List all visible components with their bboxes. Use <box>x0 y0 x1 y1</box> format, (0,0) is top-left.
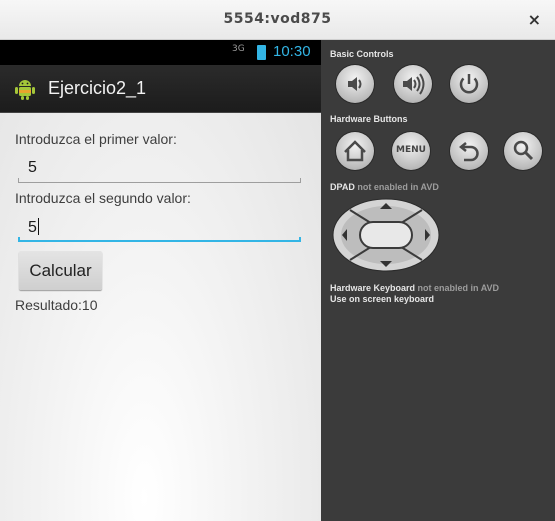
home-button[interactable] <box>336 132 374 170</box>
first-value-label: Introduzca el primer valor: <box>15 131 177 147</box>
dpad-note: not enabled in AVD <box>357 182 439 192</box>
field-underline-focused <box>18 237 301 242</box>
hardware-keyboard-heading: Hardware Keyboard not enabled in AVD <box>330 283 499 293</box>
back-icon <box>458 142 479 162</box>
hardware-buttons-heading: Hardware Buttons <box>330 114 408 124</box>
menu-button[interactable]: MENU <box>392 132 430 170</box>
power-icon <box>459 74 479 94</box>
keyboard-hint: Use on screen keyboard <box>330 294 435 304</box>
back-button[interactable] <box>450 132 488 170</box>
keyboard-note: not enabled in AVD <box>417 283 500 293</box>
basic-controls-heading: Basic Controls <box>330 49 394 59</box>
emulator-controls-panel: Basic Controls Hardware Buttons MENU DPA… <box>321 40 555 521</box>
result-text: Resultado:10 <box>15 297 98 313</box>
app-title: Ejercicio2_1 <box>48 78 147 98</box>
volume-down-button[interactable] <box>336 65 374 103</box>
window-title: 5554:vod875 <box>223 11 332 27</box>
dpad-control[interactable] <box>331 197 441 273</box>
android-robot-icon <box>15 80 35 100</box>
close-icon[interactable]: × <box>528 10 541 29</box>
second-value-label: Introduzca el segundo valor: <box>15 190 191 206</box>
signal-icon: 3G <box>232 44 245 54</box>
power-button[interactable] <box>450 65 488 103</box>
second-value-text: 5 <box>28 219 37 236</box>
first-value-text: 5 <box>28 159 37 176</box>
home-icon <box>344 140 366 162</box>
volume-up-button[interactable] <box>394 65 432 103</box>
search-icon <box>513 140 534 161</box>
search-button[interactable] <box>504 132 542 170</box>
text-caret <box>37 218 39 235</box>
keyboard-title: Hardware Keyboard <box>330 283 416 293</box>
calcular-button[interactable]: Calcular <box>19 251 102 290</box>
battery-icon <box>257 45 266 60</box>
status-bar: 3G 10:30 <box>0 40 321 65</box>
volume-down-icon <box>348 77 362 91</box>
second-value-text-wrap: 5 <box>28 218 39 237</box>
status-time: 10:30 <box>273 43 311 60</box>
field-underline <box>18 178 301 183</box>
window-titlebar: 5554:vod875 × <box>0 0 555 40</box>
dpad-title: DPAD <box>330 182 355 192</box>
dpad-heading: DPAD not enabled in AVD <box>330 182 439 192</box>
second-value-field[interactable]: 5 <box>18 212 301 242</box>
first-value-field[interactable]: 5 <box>18 153 301 183</box>
action-bar: Ejercicio2_1 <box>0 65 321 113</box>
emulator-screen: 3G 10:30 Ejercicio2_1 Introduzca el prim… <box>0 40 321 521</box>
volume-up-icon <box>403 73 425 95</box>
menu-button-label: MENU <box>396 145 426 155</box>
